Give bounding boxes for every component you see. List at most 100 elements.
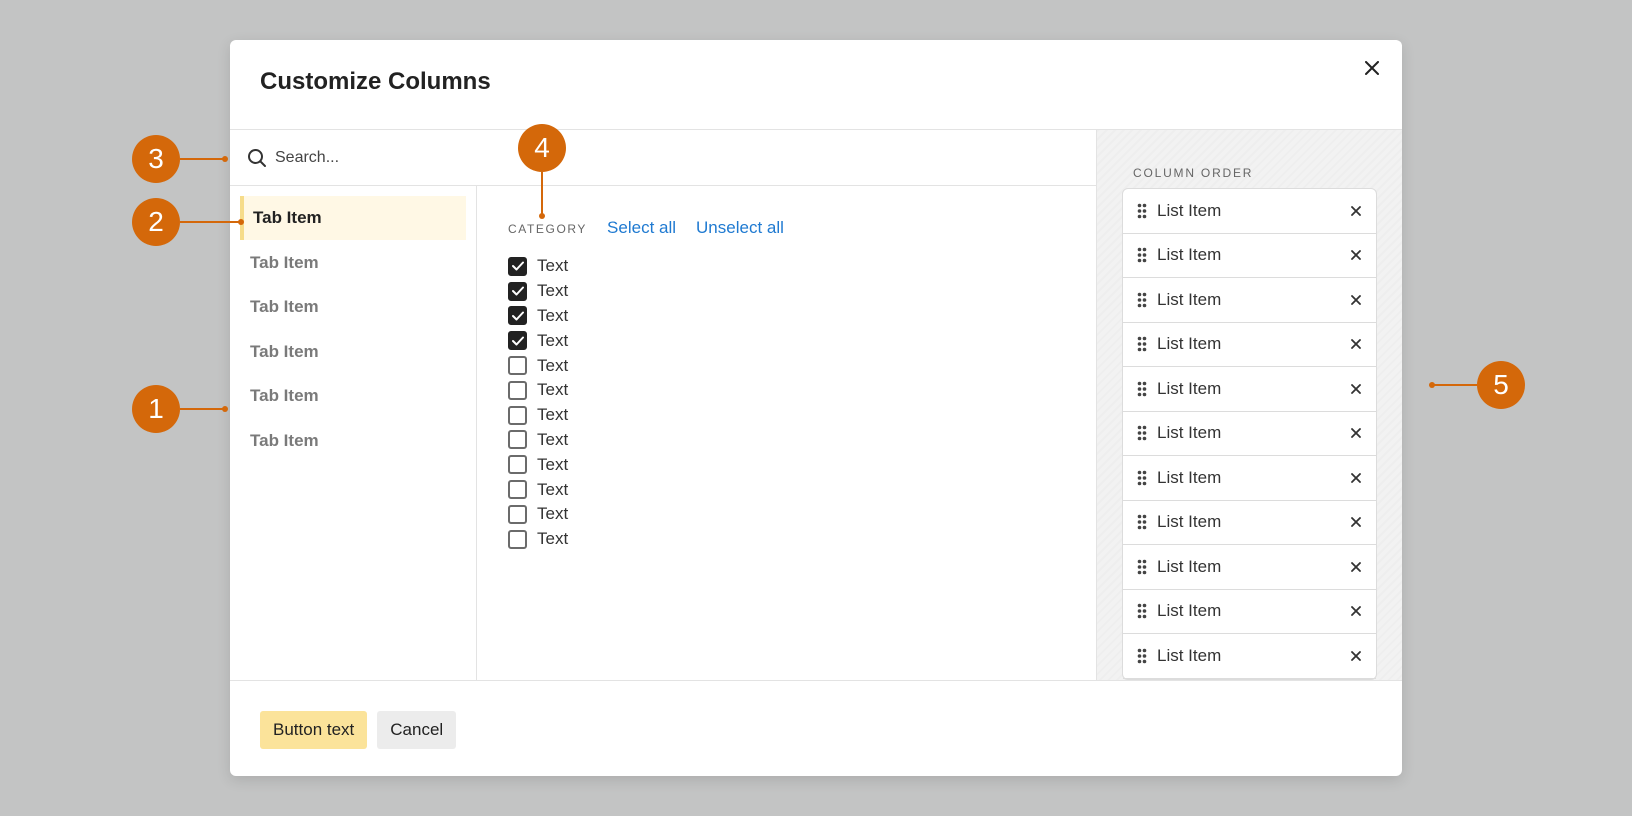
checkbox[interactable] <box>508 430 527 450</box>
close-icon <box>1365 61 1379 75</box>
column-order-item[interactable]: List Item <box>1123 634 1376 679</box>
annotation-leader-3 <box>180 158 226 160</box>
unselect-all-link[interactable]: Unselect all <box>696 218 784 238</box>
checkbox[interactable] <box>508 356 527 376</box>
remove-column-button[interactable] <box>1348 470 1364 486</box>
checkbox-row[interactable]: Text <box>508 328 1096 353</box>
checkbox-row[interactable]: Text <box>508 527 1096 552</box>
remove-column-button[interactable] <box>1348 203 1364 219</box>
select-all-link[interactable]: Select all <box>607 218 676 238</box>
close-icon <box>1351 294 1361 305</box>
primary-button[interactable]: Button text <box>260 711 368 749</box>
column-order-item-label: List Item <box>1157 289 1222 309</box>
close-icon <box>1351 561 1361 572</box>
column-order-item[interactable]: List Item <box>1123 323 1376 367</box>
annotation-dot-1 <box>222 406 228 412</box>
checkbox-row[interactable]: Text <box>508 279 1096 304</box>
column-order-item[interactable]: List Item <box>1123 590 1376 634</box>
column-order-item[interactable]: List Item <box>1123 367 1376 412</box>
tab-item-1[interactable]: Tab Item <box>240 196 466 240</box>
close-icon <box>1351 383 1361 394</box>
column-order-item-label: List Item <box>1157 423 1222 443</box>
checkbox[interactable] <box>508 281 527 301</box>
checkbox-row[interactable]: Text <box>508 452 1096 477</box>
checkbox-label: Text <box>537 330 569 350</box>
drag-handle-icon[interactable] <box>1137 336 1147 352</box>
checkmark-icon <box>511 286 524 296</box>
remove-column-button[interactable] <box>1348 425 1364 441</box>
column-order-item-label: List Item <box>1157 556 1222 576</box>
checkbox-row[interactable]: Text <box>508 254 1096 279</box>
modal-footer: Button text Cancel <box>260 711 457 749</box>
checkbox-list: Text Text Text Text Text Text Text Text Text Text… <box>508 254 1096 552</box>
checkbox[interactable] <box>508 380 527 400</box>
drag-handle-icon[interactable] <box>1137 648 1147 664</box>
column-order-panel: COLUMN ORDER List Item List Item List Item… <box>1096 130 1402 680</box>
drag-handle-icon[interactable] <box>1137 425 1147 441</box>
checkbox[interactable] <box>508 306 527 326</box>
drag-handle-icon[interactable] <box>1137 247 1147 263</box>
remove-column-button[interactable] <box>1348 247 1364 263</box>
checkbox[interactable] <box>508 504 527 524</box>
checkbox-label: Text <box>537 454 569 474</box>
close-icon <box>1351 606 1361 617</box>
checkbox-row[interactable]: Text <box>508 477 1096 502</box>
checkbox[interactable] <box>508 480 527 500</box>
checkbox-row[interactable]: Text <box>508 502 1096 527</box>
remove-column-button[interactable] <box>1348 559 1364 575</box>
tab-item-3[interactable]: Tab Item <box>240 285 466 329</box>
checkbox-label: Text <box>537 380 569 400</box>
checkbox-row[interactable]: Text <box>508 403 1096 428</box>
drag-handle-icon[interactable] <box>1137 203 1147 219</box>
annotation-marker-2: 2 <box>132 198 180 246</box>
remove-column-button[interactable] <box>1348 514 1364 530</box>
remove-column-button[interactable] <box>1348 292 1364 308</box>
column-order-item[interactable]: List Item <box>1123 456 1376 501</box>
remove-column-button[interactable] <box>1348 381 1364 397</box>
tab-item-6[interactable]: Tab Item <box>240 419 466 463</box>
search-icon <box>248 148 266 167</box>
annotation-dot-5 <box>1429 382 1435 388</box>
tab-item-4[interactable]: Tab Item <box>240 330 466 374</box>
checkbox-row[interactable]: Text <box>508 428 1096 453</box>
modal-title: Customize Columns <box>260 68 491 95</box>
remove-column-button[interactable] <box>1348 336 1364 352</box>
checkbox[interactable] <box>508 529 527 549</box>
customize-columns-modal: Customize Columns Tab Item Tab Item Tab … <box>230 40 1402 776</box>
close-button[interactable] <box>1360 56 1384 80</box>
tab-item-2[interactable]: Tab Item <box>240 241 466 285</box>
drag-handle-icon[interactable] <box>1137 470 1147 486</box>
annotation-leader-2 <box>180 221 242 223</box>
annotation-marker-1: 1 <box>132 385 180 433</box>
column-order-item[interactable]: List Item <box>1123 278 1376 323</box>
column-order-item-label: List Item <box>1157 245 1222 265</box>
remove-column-button[interactable] <box>1348 648 1364 664</box>
cancel-button[interactable]: Cancel <box>377 711 457 749</box>
column-order-item[interactable]: List Item <box>1123 412 1376 456</box>
annotation-marker-5: 5 <box>1477 361 1525 409</box>
category-header: CATEGORY Select all Unselect all <box>508 218 1096 240</box>
column-order-item[interactable]: List Item <box>1123 501 1376 545</box>
drag-handle-icon[interactable] <box>1137 603 1147 619</box>
category-label: CATEGORY <box>508 222 588 236</box>
checkbox[interactable] <box>508 331 527 351</box>
checkbox[interactable] <box>508 455 527 475</box>
column-order-item[interactable]: List Item <box>1123 545 1376 590</box>
checkbox[interactable] <box>508 256 527 276</box>
column-order-item[interactable]: List Item <box>1123 234 1376 278</box>
close-icon <box>1351 472 1361 483</box>
tab-item-5[interactable]: Tab Item <box>240 374 466 418</box>
checkbox[interactable] <box>508 405 527 425</box>
checkbox-label: Text <box>537 504 569 524</box>
checkbox-row[interactable]: Text <box>508 353 1096 378</box>
drag-handle-icon[interactable] <box>1137 559 1147 575</box>
drag-handle-icon[interactable] <box>1137 514 1147 530</box>
column-order-item[interactable]: List Item <box>1123 189 1376 234</box>
checkmark-icon <box>511 311 524 321</box>
drag-handle-icon[interactable] <box>1137 292 1147 308</box>
annotation-dot-2 <box>238 219 244 225</box>
drag-handle-icon[interactable] <box>1137 381 1147 397</box>
checkbox-row[interactable]: Text <box>508 304 1096 329</box>
remove-column-button[interactable] <box>1348 603 1364 619</box>
checkbox-row[interactable]: Text <box>508 378 1096 403</box>
